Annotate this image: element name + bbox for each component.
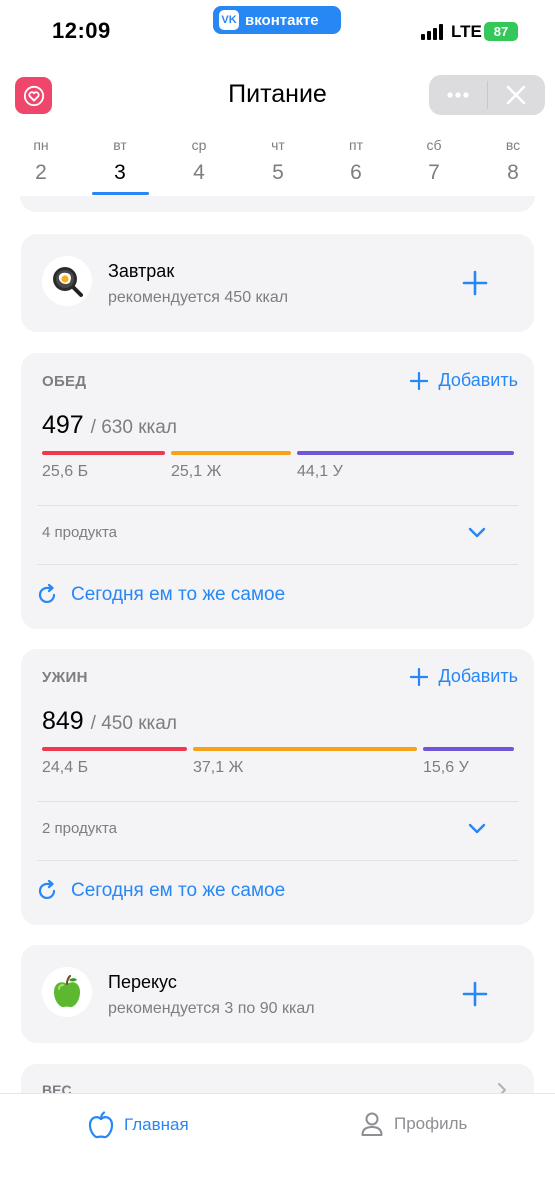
day-date: 7 xyxy=(428,161,440,184)
more-button[interactable] xyxy=(429,75,487,115)
kcal-eaten: 849 xyxy=(42,707,84,735)
carbs-bar xyxy=(297,451,514,455)
tab-profile-label: Профиль xyxy=(394,1114,468,1133)
products-count[interactable]: 4 продукта xyxy=(42,524,117,541)
add-label: Добавить xyxy=(438,370,518,390)
protein-value: 24,4 Б xyxy=(42,759,89,776)
chevron-down-icon[interactable] xyxy=(467,525,487,539)
previous-card-edge xyxy=(20,196,535,212)
tab-home-label: Главная xyxy=(124,1115,189,1134)
meal-name: Перекус xyxy=(108,972,177,992)
day-date: 6 xyxy=(350,161,362,184)
protein-bar xyxy=(42,451,165,455)
vk-pill-label: вконтакте xyxy=(245,11,319,29)
plus-icon xyxy=(410,371,429,390)
day-name: ср xyxy=(191,137,207,153)
battery-icon: 87 xyxy=(484,22,518,41)
protein-value: 25,6 Б xyxy=(42,463,89,480)
day-sun[interactable]: вс 8 xyxy=(485,135,541,185)
repeat-meal-button[interactable]: Сегодня ем то же самое xyxy=(37,584,285,606)
lunch-card: ОБЕД Добавить 497 / 630 ккал 25,6 Б 25,1… xyxy=(21,353,534,629)
fat-value: 25,1 Ж xyxy=(171,463,222,480)
day-name: чт xyxy=(271,137,285,153)
plus-icon xyxy=(410,667,429,686)
frying-pan-egg-icon xyxy=(42,256,92,306)
kcal-target: / 630 ккал xyxy=(90,417,177,438)
repeat-icon xyxy=(38,584,56,604)
add-lunch-button[interactable]: Добавить xyxy=(410,370,518,391)
kcal-summary: 497 / 630 ккал xyxy=(42,411,177,440)
kcal-target: / 450 ккал xyxy=(90,713,177,734)
meal-title: ОБЕД xyxy=(42,373,87,390)
day-tue[interactable]: вт 3 xyxy=(92,135,148,185)
signal-icon xyxy=(421,24,445,40)
apple-icon xyxy=(88,1111,114,1139)
day-name: вс xyxy=(505,137,521,153)
divider xyxy=(37,801,518,802)
selected-day-indicator xyxy=(92,192,149,195)
day-name: пт xyxy=(349,137,363,153)
carbs-bar xyxy=(423,747,514,751)
repeat-label: Сегодня ем то же самое xyxy=(71,584,286,605)
day-date: 5 xyxy=(272,161,284,184)
add-dinner-button[interactable]: Добавить xyxy=(410,666,518,687)
add-snack-plus-icon[interactable] xyxy=(462,981,488,1007)
day-date: 2 xyxy=(35,161,47,184)
products-count[interactable]: 2 продукта xyxy=(42,820,117,837)
snack-card[interactable]: Перекус рекомендуется 3 по 90 ккал xyxy=(21,945,534,1043)
repeat-label: Сегодня ем то же самое xyxy=(71,880,286,901)
day-date: 3 xyxy=(114,161,126,184)
breakfast-card[interactable]: Завтрак рекомендуется 450 ккал xyxy=(21,234,534,332)
repeat-icon xyxy=(38,880,56,900)
vk-logo-icon: VK xyxy=(219,10,239,30)
green-apple-icon xyxy=(42,967,92,1017)
repeat-meal-button[interactable]: Сегодня ем то же самое xyxy=(37,880,285,902)
battery-level: 87 xyxy=(493,24,509,39)
user-icon xyxy=(361,1112,383,1136)
divider xyxy=(37,505,518,506)
dinner-card: УЖИН Добавить 849 / 450 ккал 24,4 Б 37,1… xyxy=(21,649,534,925)
day-mon[interactable]: пн 2 xyxy=(13,135,69,185)
bottom-tab-bar: Главная Профиль xyxy=(0,1093,555,1200)
kcal-eaten: 497 xyxy=(42,411,84,439)
carbs-value: 15,6 У xyxy=(423,759,469,776)
tab-profile[interactable]: Профиль xyxy=(360,1111,467,1137)
meal-name: Завтрак xyxy=(108,261,175,281)
status-time: 12:09 xyxy=(52,18,111,43)
add-label: Добавить xyxy=(438,666,518,686)
close-button[interactable] xyxy=(488,75,546,115)
fat-value: 37,1 Ж xyxy=(193,759,244,776)
more-dots-icon xyxy=(447,92,469,98)
kcal-summary: 849 / 450 ккал xyxy=(42,707,177,736)
day-date: 4 xyxy=(193,161,205,184)
day-name: пн xyxy=(33,137,49,153)
fat-bar xyxy=(171,451,291,455)
day-fri[interactable]: пт 6 xyxy=(328,135,384,185)
meal-title: УЖИН xyxy=(42,669,88,686)
carbs-value: 44,1 У xyxy=(297,463,343,480)
protein-bar xyxy=(42,747,187,751)
day-sat[interactable]: сб 7 xyxy=(406,135,462,185)
tab-home[interactable]: Главная xyxy=(88,1111,189,1139)
status-bar: 12:09 VK вконтакте LTE 87 xyxy=(0,0,555,58)
chevron-down-icon[interactable] xyxy=(467,821,487,835)
day-thu[interactable]: чт 5 xyxy=(250,135,306,185)
week-day-picker: пн 2 вт 3 ср 4 чт 5 пт 6 сб 7 вс 8 xyxy=(0,135,555,197)
day-wed[interactable]: ср 4 xyxy=(171,135,227,185)
divider xyxy=(37,564,518,565)
close-icon xyxy=(506,85,526,105)
meal-recommendation: рекомендуется 450 ккал xyxy=(108,289,289,306)
day-name: сб xyxy=(426,137,442,153)
divider xyxy=(37,860,518,861)
return-to-vk-pill[interactable]: VK вконтакте xyxy=(213,6,341,34)
network-label: LTE xyxy=(451,22,482,41)
day-date: 8 xyxy=(507,161,519,184)
add-breakfast-plus-icon[interactable] xyxy=(462,270,488,296)
meal-recommendation: рекомендуется 3 по 90 ккал xyxy=(108,1000,315,1017)
day-name: вт xyxy=(113,137,127,153)
fat-bar xyxy=(193,747,417,751)
mini-app-controls xyxy=(429,75,545,115)
